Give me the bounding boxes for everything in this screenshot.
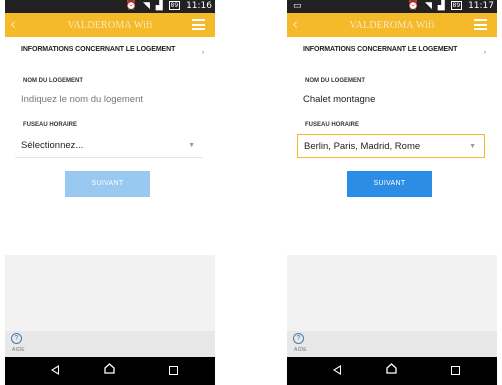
status-time: 11:17: [468, 1, 494, 11]
name-label: NOM DU LOGEMENT: [305, 78, 365, 84]
nav-recent-apps-icon[interactable]: [451, 366, 460, 375]
help-label[interactable]: AIDE: [12, 347, 25, 353]
next-button[interactable]: SUIVANT: [65, 171, 150, 197]
nav-recent-apps-icon[interactable]: [169, 366, 178, 375]
help-icon[interactable]: ?: [11, 333, 22, 344]
nav-back-icon[interactable]: [51, 365, 59, 375]
app-header: ‹ VALDEROMA Wifi: [287, 13, 497, 37]
nav-home-icon[interactable]: [104, 363, 115, 374]
next-button[interactable]: SUIVANT: [347, 171, 432, 197]
status-time: 11:16: [186, 1, 212, 11]
caret-down-icon: ▼: [188, 142, 195, 149]
help-label[interactable]: AIDE: [294, 347, 307, 353]
app-title: VALDEROMA Wifi: [349, 20, 435, 31]
alarm-icon: ⏰: [125, 1, 138, 11]
notification-icon: ▭: [293, 1, 302, 11]
name-input[interactable]: Indiquez le nom du logement: [21, 92, 199, 108]
caret-down-icon: ▼: [469, 143, 476, 150]
wifi-icon: ◥: [424, 1, 432, 11]
chevron-right-icon: ›: [202, 50, 204, 56]
timezone-select[interactable]: Sélectionnez... ▼: [15, 134, 203, 158]
status-bar: ⏰ ◥ ▟ 89 11:16: [5, 0, 215, 13]
timezone-label: FUSEAU HORAIRE: [305, 122, 360, 128]
timezone-selected-value: Sélectionnez...: [21, 140, 84, 151]
name-label: NOM DU LOGEMENT: [23, 78, 83, 84]
hamburger-menu-icon[interactable]: [192, 19, 205, 30]
phone-screen-right: ▭ ⏰ ◥ ▟ 89 11:17 ‹ VALDEROMA Wifi INFORM…: [287, 0, 497, 385]
nav-home-icon[interactable]: [386, 363, 397, 374]
help-icon[interactable]: ?: [293, 333, 304, 344]
phone-screen-left: ⏰ ◥ ▟ 89 11:16 ‹ VALDEROMA Wifi INFORMAT…: [5, 0, 215, 385]
help-bar: [287, 331, 497, 357]
timezone-select[interactable]: Berlin, Paris, Madrid, Rome ▼: [297, 134, 485, 158]
timezone-label: FUSEAU HORAIRE: [23, 122, 78, 128]
signal-icon: ▟: [437, 1, 445, 11]
timezone-selected-value: Berlin, Paris, Madrid, Rome: [304, 141, 421, 152]
hamburger-menu-icon[interactable]: [474, 19, 487, 30]
android-nav-bar: [287, 357, 497, 385]
battery-icon: 89: [450, 1, 463, 10]
wifi-icon: ◥: [142, 1, 150, 11]
help-bar: [5, 331, 215, 357]
status-icons: ⏰ ◥ ▟ 89 11:17: [405, 1, 494, 11]
nav-back-icon[interactable]: [333, 365, 341, 375]
status-bar: ▭ ⏰ ◥ ▟ 89 11:17: [287, 0, 497, 13]
status-icons: ⏰ ◥ ▟ 89 11:16: [123, 1, 212, 11]
app-header: ‹ VALDEROMA Wifi: [5, 13, 215, 37]
android-nav-bar: [5, 357, 215, 385]
chevron-right-icon: ›: [484, 50, 486, 56]
section-title: INFORMATIONS CONCERNANT LE LOGEMENT: [21, 46, 176, 53]
name-input[interactable]: Chalet montagne: [303, 92, 481, 108]
alarm-icon: ⏰: [407, 1, 420, 11]
battery-icon: 89: [168, 1, 181, 10]
signal-icon: ▟: [155, 1, 163, 11]
app-title: VALDEROMA Wifi: [67, 20, 153, 31]
section-title: INFORMATIONS CONCERNANT LE LOGEMENT: [303, 46, 458, 53]
